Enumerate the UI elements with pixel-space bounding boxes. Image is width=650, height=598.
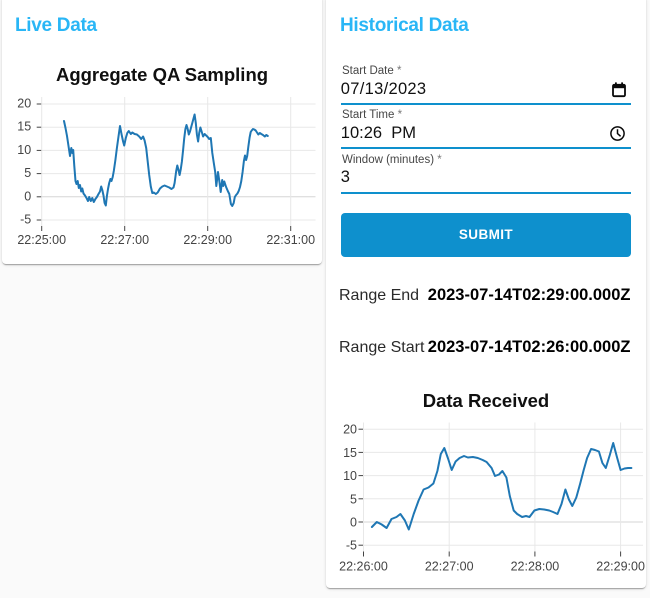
svg-text:22:29:00: 22:29:00 [183,233,232,247]
svg-text:5: 5 [350,492,357,506]
svg-text:22:29:00: 22:29:00 [596,560,645,574]
svg-text:-5: -5 [20,213,31,227]
svg-text:20: 20 [17,97,31,111]
svg-text:5: 5 [24,166,31,180]
svg-text:10: 10 [343,469,357,483]
svg-text:22:26:00: 22:26:00 [339,560,388,574]
svg-text:10: 10 [17,143,31,157]
svg-text:15: 15 [343,446,357,460]
svg-text:22:27:00: 22:27:00 [425,560,474,574]
svg-text:22:31:00: 22:31:00 [266,233,315,247]
svg-text:22:25:00: 22:25:00 [17,233,66,247]
svg-text:Data Received: Data Received [423,390,549,411]
svg-text:20: 20 [343,423,357,437]
svg-text:Aggregate QA Sampling: Aggregate QA Sampling [56,64,268,85]
svg-text:22:28:00: 22:28:00 [511,560,560,574]
svg-text:22:27:00: 22:27:00 [100,233,149,247]
svg-text:-5: -5 [346,539,357,553]
svg-text:0: 0 [24,189,31,203]
svg-text:15: 15 [17,120,31,134]
svg-text:0: 0 [350,516,357,530]
